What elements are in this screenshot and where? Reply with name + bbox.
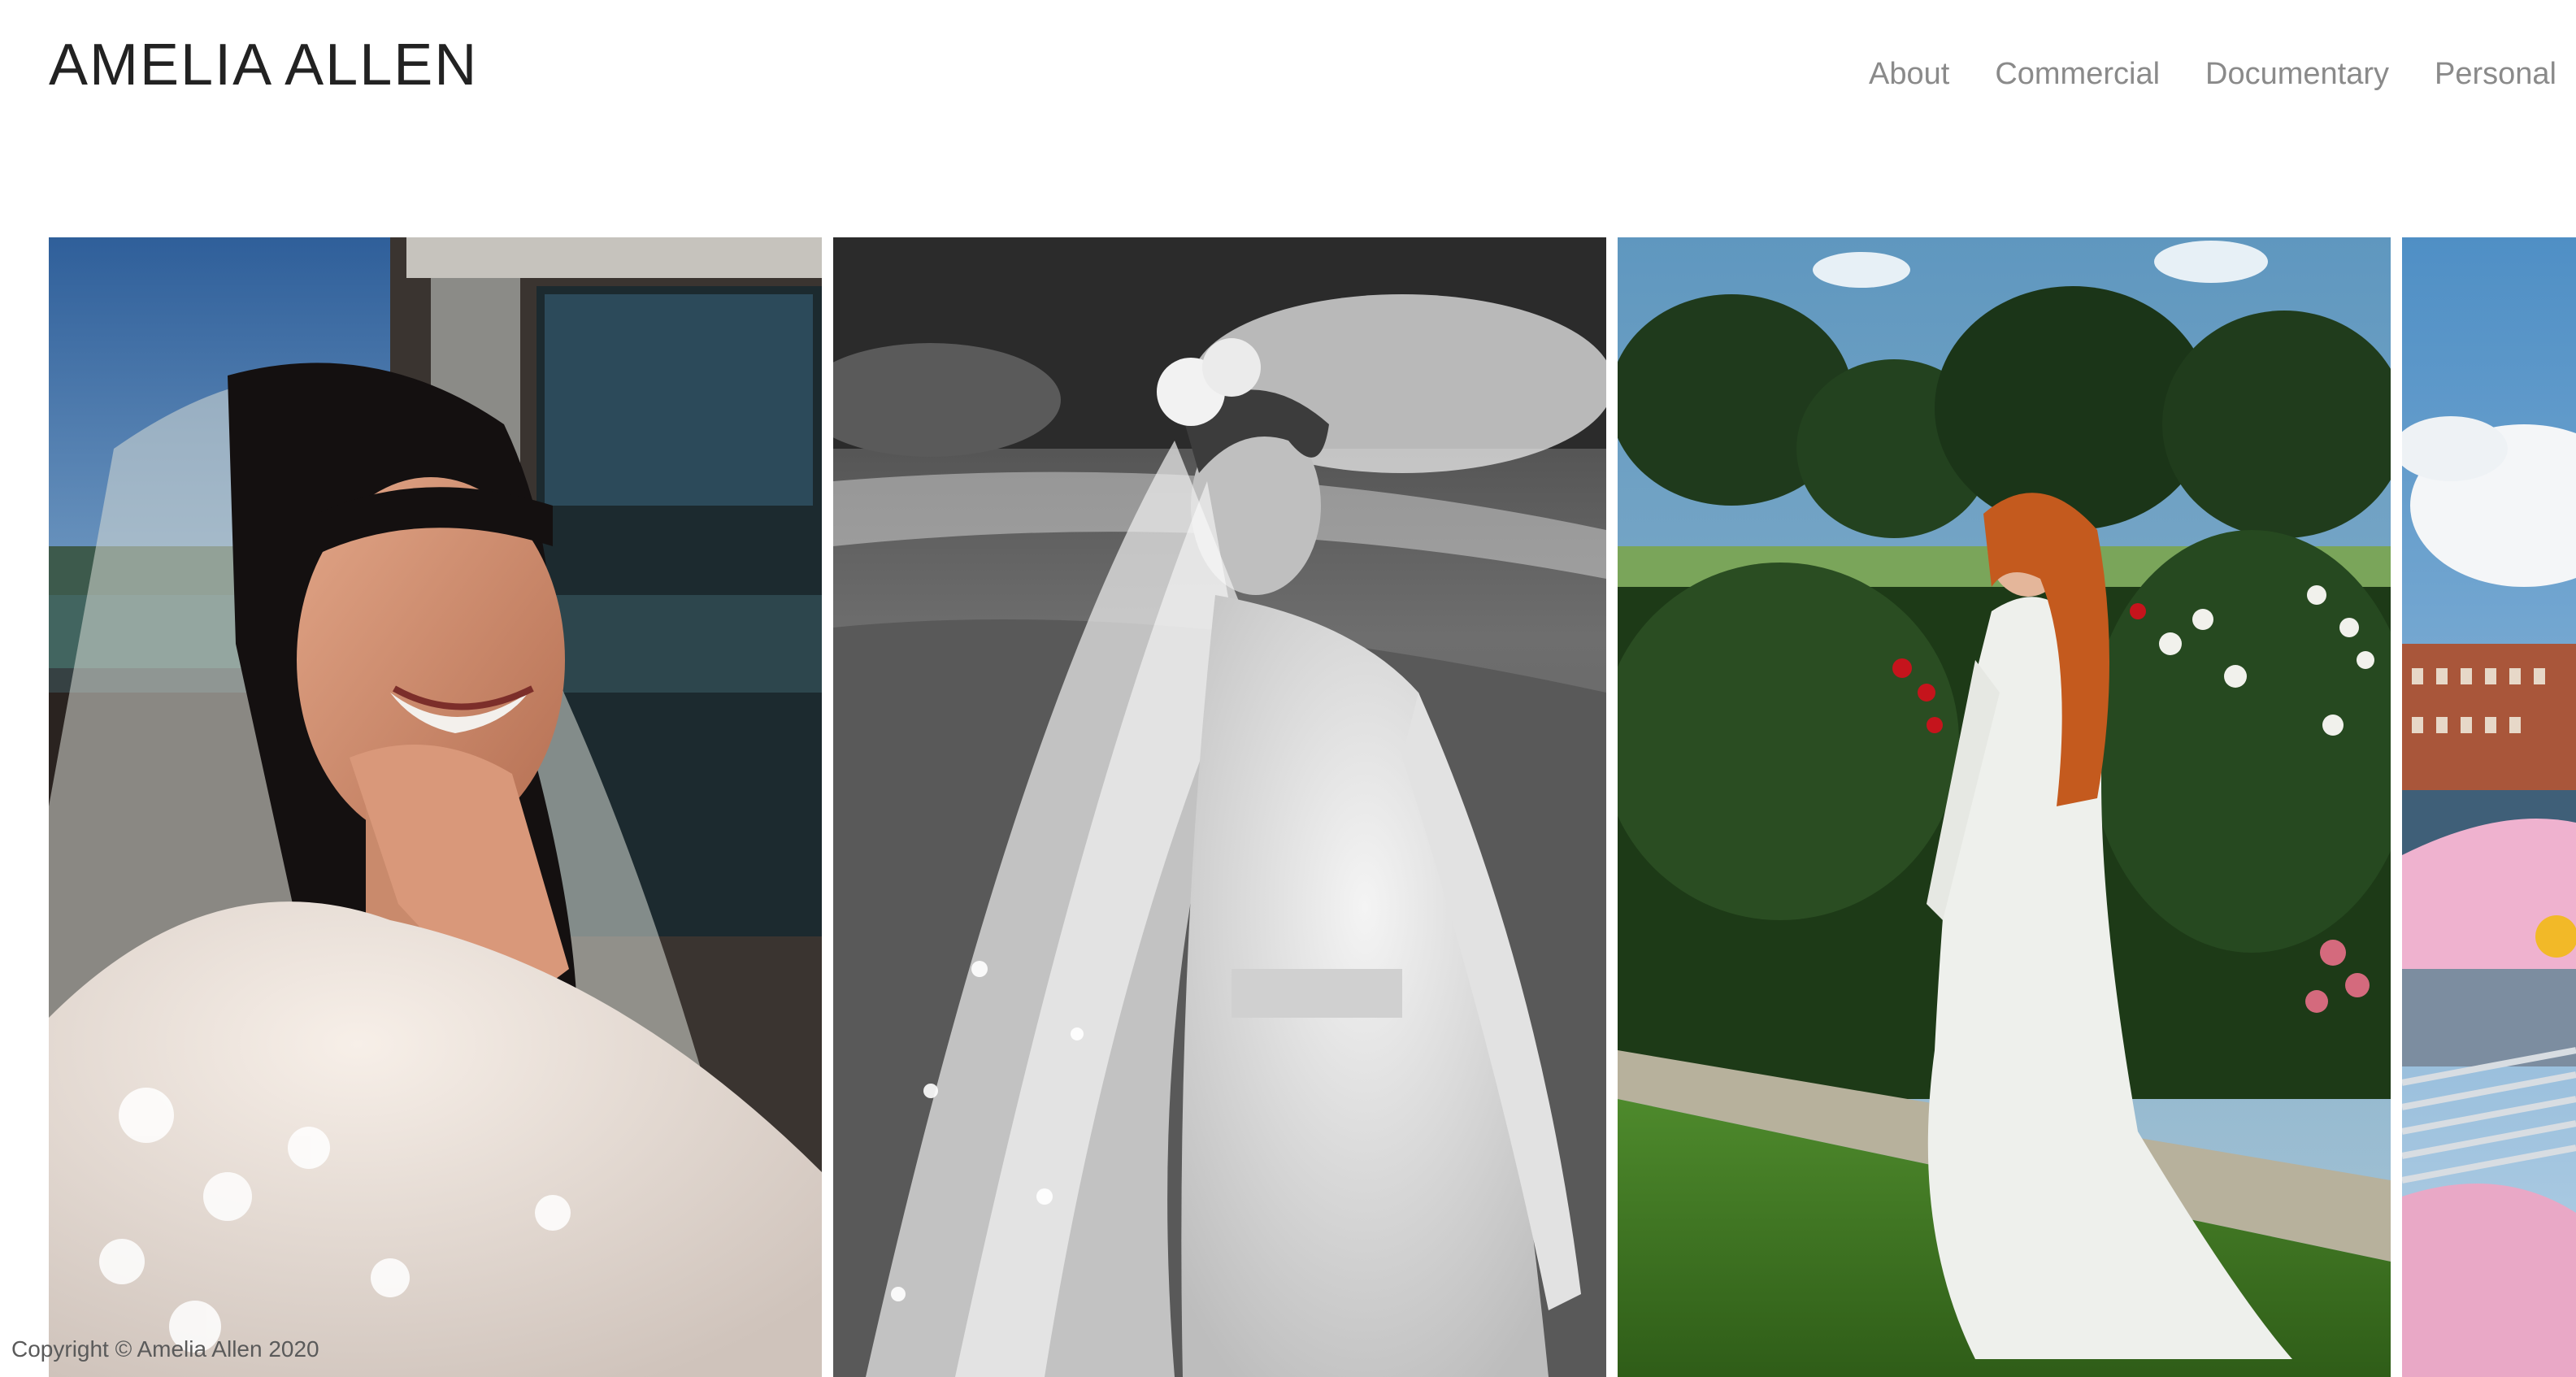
nav-link-commercial[interactable]: Commercial — [1995, 59, 2160, 89]
photo-bride-laughing-image — [49, 237, 822, 1377]
nav-link-about[interactable]: About — [1869, 59, 1949, 89]
gallery-photo-pink-outfit[interactable] — [2402, 237, 2576, 1377]
gallery-photo-garden-bride[interactable] — [1618, 237, 2391, 1377]
nav-link-documentary[interactable]: Documentary — [2205, 59, 2389, 89]
portfolio-page: AMELIA ALLEN About Commercial Documentar… — [0, 0, 2576, 1377]
copyright-text: Copyright © Amelia Allen 2020 — [11, 1336, 319, 1362]
gallery-photo-bride-veil[interactable] — [833, 237, 1606, 1377]
nav-link-personal[interactable]: Personal — [2435, 59, 2556, 89]
site-title[interactable]: AMELIA ALLEN — [49, 36, 478, 94]
main-nav: About Commercial Documentary Personal — [1869, 59, 2556, 89]
photo-garden-bride-image — [1618, 237, 2391, 1377]
photo-gallery[interactable] — [49, 237, 2576, 1377]
photo-pink-outfit-image — [2402, 237, 2576, 1377]
gallery-photo-bride-laughing[interactable] — [49, 237, 822, 1377]
photo-bride-veil-image — [833, 237, 1606, 1377]
